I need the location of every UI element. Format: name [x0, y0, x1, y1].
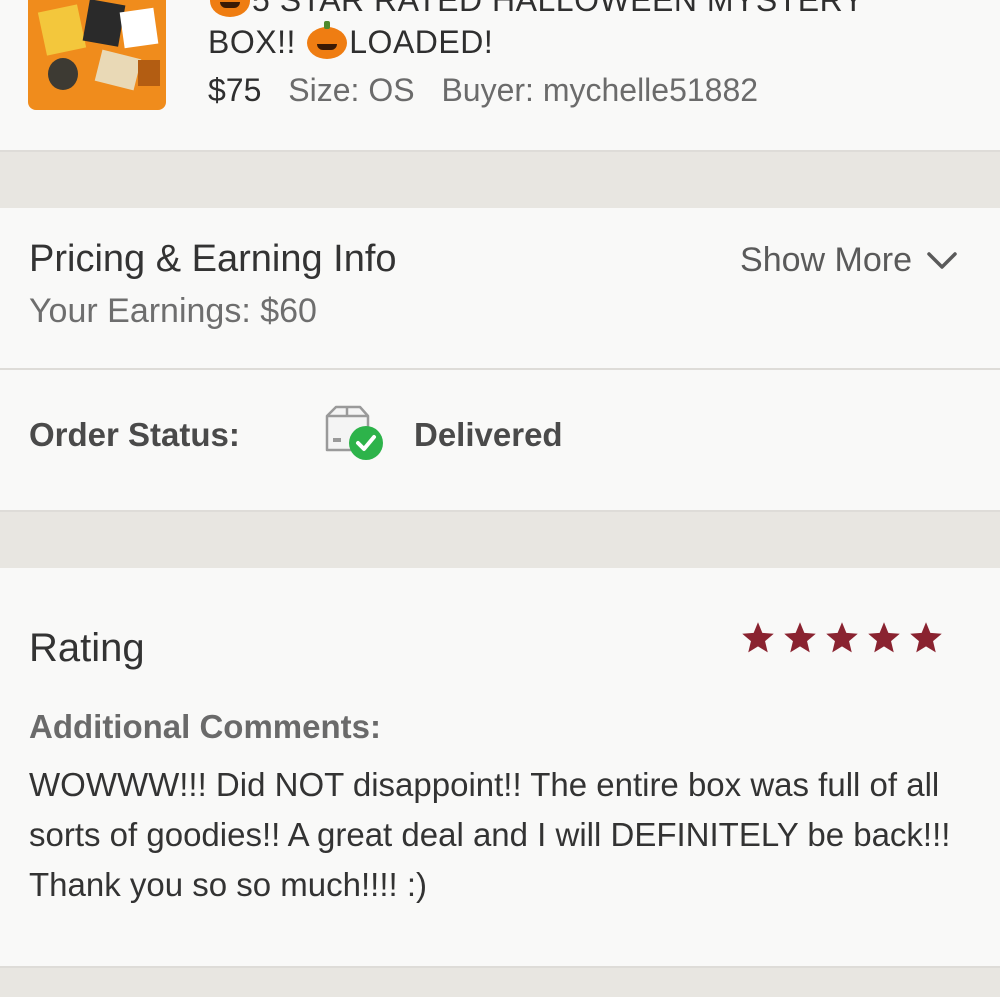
star-icon	[910, 622, 942, 653]
pumpkin-icon	[307, 21, 348, 59]
chevron-down-icon	[927, 251, 957, 269]
delivered-box-icon	[325, 405, 383, 460]
listing-size: Size: OS	[288, 72, 415, 108]
listing-title-line2: BOX!! LOADED!	[208, 21, 494, 60]
star-icon	[742, 622, 774, 653]
section-gap	[0, 512, 1000, 568]
rating-section: Rating Additional Comments: WOWWW!!! Did…	[0, 568, 1000, 966]
star-rating	[740, 620, 944, 656]
comments-text: WOWWW!!! Did NOT disappoint!! The entire…	[29, 766, 951, 903]
order-status-label: Order Status:	[29, 416, 240, 453]
star-icon	[868, 622, 900, 653]
rating-title: Rating	[29, 626, 145, 670]
section-gap	[0, 968, 1000, 997]
listing-meta-row: $75 Size: OS Buyer: mychelle51882	[208, 72, 758, 109]
star-icon	[826, 622, 858, 653]
order-status-section: Order Status: Delivered	[0, 370, 1000, 510]
listing-title-line1: 5 STAR RATED HALLOWEEN MYSTERY	[208, 0, 864, 19]
comments-label: Additional Comments:	[29, 708, 381, 745]
show-more-button[interactable]: Show More	[740, 241, 958, 280]
section-gap	[0, 152, 1000, 208]
show-more-label: Show More	[740, 241, 912, 279]
star-icon	[784, 622, 816, 653]
order-status-value: Delivered	[414, 416, 563, 453]
listing-price: $75	[208, 72, 262, 108]
pricing-section: Pricing & Earning Info Your Earnings: $6…	[0, 208, 1000, 368]
listing-buyer: Buyer: mychelle51882	[441, 72, 759, 108]
listing-card[interactable]: 5 STAR RATED HALLOWEEN MYSTERY BOX!! LOA…	[0, 0, 1000, 150]
pricing-title: Pricing & Earning Info	[29, 238, 397, 280]
listing-thumbnail[interactable]	[28, 0, 166, 110]
earnings-text: Your Earnings: $60	[29, 292, 317, 330]
pumpkin-icon	[210, 0, 250, 17]
